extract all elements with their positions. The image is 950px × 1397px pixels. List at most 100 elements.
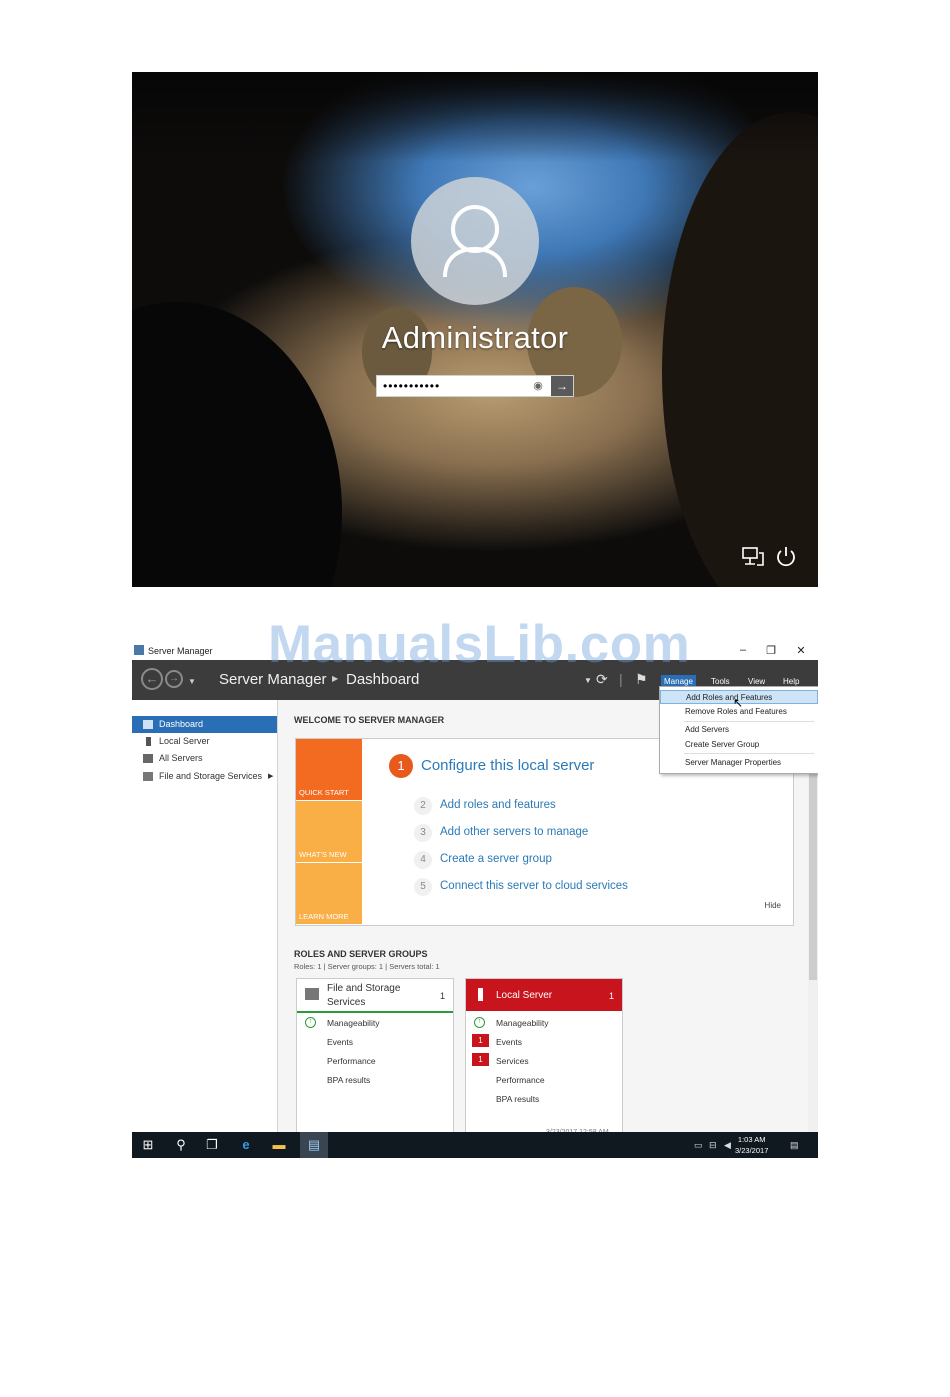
back-icon[interactable]: ← [141, 668, 163, 690]
quick-start-tile[interactable]: QUICK START [296, 739, 362, 800]
volume-icon[interactable]: ◀ [724, 1140, 731, 1151]
windows-start-icon[interactable]: ⊞ [140, 1137, 156, 1153]
network-icon[interactable]: ⊟ [709, 1140, 717, 1151]
scrollbar-thumb[interactable] [809, 770, 817, 980]
learn-more-tile[interactable]: LEARN MORE [296, 863, 362, 924]
search-icon[interactable]: ⚲ [173, 1137, 189, 1153]
server-manager-icon: ▤ [307, 1137, 321, 1152]
tile-label: QUICK START [299, 788, 349, 797]
sidebar-item-local-server[interactable]: Local Server [132, 733, 277, 750]
minimize-button[interactable]: – [733, 644, 753, 656]
file-storage-icon [305, 988, 319, 1000]
sidebar-item-dashboard[interactable]: Dashboard [132, 716, 277, 733]
connect-cloud-services-link[interactable]: Connect this server to cloud services [440, 880, 628, 892]
username-label: Administrator [381, 320, 569, 355]
file-storage-card[interactable]: File and Storage Services 1 ↑ Manageabil… [296, 978, 454, 1140]
events-row[interactable]: Events [327, 1037, 353, 1047]
bpa-results-row[interactable]: BPA results [327, 1075, 370, 1085]
card-count: 1 [608, 991, 614, 1001]
roles-summary: Roles: 1 | Server groups: 1 | Servers to… [294, 962, 440, 971]
server-manager-taskbar-button[interactable]: ▤ [300, 1132, 328, 1158]
card-title: Local Server [496, 990, 553, 1001]
battery-icon[interactable]: ▭ [694, 1140, 703, 1151]
events-row[interactable]: Events [496, 1037, 522, 1047]
watermark-text: ManualsLib.com [268, 615, 691, 674]
breadcrumb-separator-icon: ▶ [332, 674, 339, 683]
services-alert-badge: 1 [472, 1053, 489, 1066]
taskbar: ⊞ ⚲ ❐ e ▬ ▤ ▭ ⊟ ◀ 1:03 AM 3/23/2017 ▤ [132, 1132, 818, 1158]
network-icon[interactable] [741, 545, 765, 569]
manageability-row[interactable]: Manageability [327, 1018, 379, 1028]
welcome-title: WELCOME TO SERVER MANAGER [294, 715, 445, 725]
manageability-row[interactable]: Manageability [496, 1018, 548, 1028]
sidebar-item-label: All Servers [159, 753, 203, 763]
sidebar-item-label: File and Storage Services [159, 771, 263, 781]
power-icon[interactable] [774, 545, 798, 569]
user-avatar [411, 177, 539, 305]
step-number-1: 1 [389, 754, 413, 778]
bpa-results-row[interactable]: BPA results [496, 1094, 539, 1104]
history-dropdown-icon[interactable]: ▼ [188, 677, 196, 686]
card-count: 1 [439, 991, 445, 1001]
local-server-card[interactable]: Local Server 1 ↑ Manageability 1 Events … [465, 978, 623, 1140]
create-server-group-item[interactable]: Create Server Group [660, 738, 818, 752]
step-number-2: 2 [414, 797, 432, 815]
password-input[interactable] [383, 378, 533, 394]
file-explorer-icon[interactable]: ▬ [271, 1137, 287, 1153]
servers-icon [143, 754, 153, 763]
performance-row[interactable]: Performance [496, 1075, 545, 1085]
server-manager-window: Server Manager – ❐ ✕ ← → ▼ Server Manage… [132, 642, 818, 1158]
clock-date: 3/23/2017 [735, 1146, 769, 1155]
create-server-group-link[interactable]: Create a server group [440, 853, 552, 865]
forward-icon[interactable]: → [165, 670, 183, 688]
internet-explorer-icon[interactable]: e [238, 1137, 254, 1153]
cave-ceiling [132, 72, 818, 162]
ok-status-icon: ↑ [305, 1017, 316, 1028]
events-alert-badge: 1 [472, 1034, 489, 1047]
taskbar-clock[interactable]: 1:03 AM 3/23/2017 [735, 1134, 768, 1156]
sidebar-item-label: Local Server [159, 736, 210, 746]
add-servers-item[interactable]: Add Servers [660, 723, 818, 737]
clock-time: 1:03 AM [737, 1135, 766, 1144]
server-icon [146, 737, 151, 746]
eye-icon[interactable]: ◉ [531, 379, 545, 393]
tile-label: LEARN MORE [299, 912, 349, 921]
performance-row[interactable]: Performance [327, 1056, 376, 1066]
step-number-5: 5 [414, 878, 432, 896]
step-number-3: 3 [414, 824, 432, 842]
password-field-wrapper: ◉ → [376, 375, 574, 397]
sidebar-item-all-servers[interactable]: All Servers [132, 750, 277, 767]
maximize-button[interactable]: ❐ [761, 644, 781, 657]
menu-separator [684, 721, 814, 722]
task-view-icon[interactable]: ❐ [204, 1137, 220, 1153]
add-roles-link[interactable]: Add roles and features [440, 799, 556, 811]
mouse-cursor-icon: ↖ [733, 696, 744, 710]
notifications-icon[interactable]: ▤ [790, 1140, 799, 1151]
add-other-servers-link[interactable]: Add other servers to manage [440, 826, 588, 838]
server-manager-icon [134, 645, 144, 655]
sidebar: Dashboard Local Server All Servers File … [132, 700, 278, 1132]
roles-title: ROLES AND SERVER GROUPS [294, 949, 428, 959]
dashboard-icon [143, 720, 153, 729]
card-title-line1: File and Storage [327, 983, 401, 994]
server-icon [478, 988, 483, 1001]
card-header: Local Server 1 [466, 979, 622, 1011]
window-title: Server Manager [148, 646, 213, 656]
sidebar-item-file-storage[interactable]: File and Storage Services ▶ [132, 768, 277, 785]
sidebar-item-label: Dashboard [159, 719, 204, 729]
card-title-line2: Services [327, 997, 366, 1008]
user-icon [443, 205, 507, 278]
server-manager-properties-item[interactable]: Server Manager Properties [660, 756, 818, 770]
hide-link[interactable]: Hide [765, 901, 781, 910]
card-header: File and Storage Services 1 [297, 979, 453, 1013]
expand-arrow-icon[interactable]: ▶ [268, 768, 273, 785]
whats-new-tile[interactable]: WHAT'S NEW [296, 801, 362, 862]
submit-arrow-button[interactable]: → [551, 376, 573, 396]
tile-label: WHAT'S NEW [299, 850, 347, 859]
close-button[interactable]: ✕ [791, 644, 811, 657]
ok-status-icon: ↑ [474, 1017, 485, 1028]
dropdown-icon[interactable]: ▼ [584, 676, 592, 685]
services-row[interactable]: Services [496, 1056, 529, 1066]
login-screen: Administrator ◉ → [132, 72, 818, 587]
configure-local-server-link[interactable]: Configure this local server [421, 757, 594, 774]
